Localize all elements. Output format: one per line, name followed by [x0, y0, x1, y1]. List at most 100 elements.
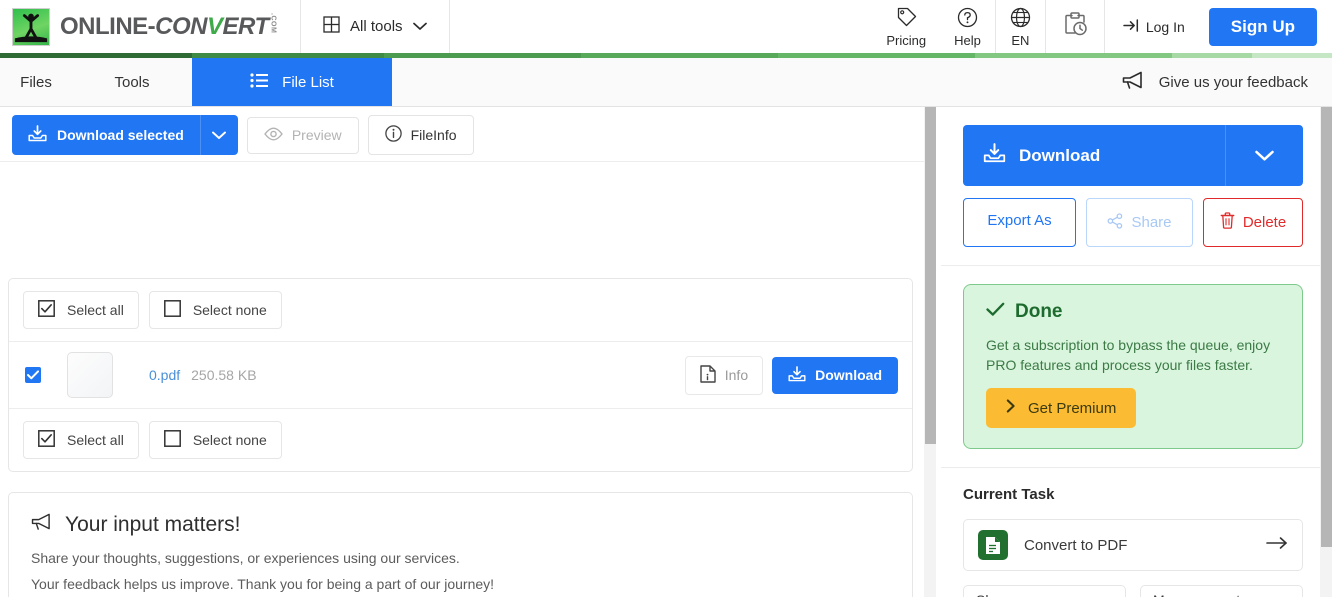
- checkbox-empty-icon-bottom: [163, 430, 181, 450]
- all-tools-label: All tools: [350, 18, 403, 35]
- price-tag-icon: [896, 7, 917, 33]
- grid-icon: [323, 16, 340, 37]
- file-download-label: Download: [815, 367, 882, 383]
- tab-files[interactable]: Files: [0, 58, 72, 106]
- download-tray-icon-small: [788, 365, 806, 385]
- status-card: Done Get a subscription to bypass the qu…: [963, 284, 1303, 449]
- clipboard-clock-icon: [1062, 11, 1088, 42]
- language-selector[interactable]: EN: [996, 0, 1045, 53]
- header-divider-2: [448, 0, 450, 53]
- tab-tools[interactable]: Tools: [72, 58, 192, 106]
- task-sub-left[interactable]: Share: [963, 585, 1126, 597]
- select-all-label-bottom: Select all: [67, 432, 124, 448]
- site-header: ONLINE - CON V ERT .COM All tools Pricin…: [0, 0, 1332, 53]
- page-scrollbar[interactable]: [1320, 107, 1332, 597]
- download-selected-dropdown[interactable]: [199, 115, 238, 155]
- file-checkbox[interactable]: [25, 367, 41, 383]
- feedback-link[interactable]: Give us your feedback: [1122, 58, 1332, 106]
- chevron-down-icon: [412, 18, 427, 35]
- feedback-card-title: Your input matters!: [65, 513, 241, 536]
- left-panel-scrollbar-thumb[interactable]: [925, 107, 936, 444]
- file-thumbnail: [67, 352, 113, 398]
- sidebar-download-group: Download: [963, 125, 1303, 186]
- signup-button[interactable]: Sign Up: [1208, 7, 1317, 46]
- tab-spacer: [392, 58, 1122, 106]
- sidebar-download-dropdown[interactable]: [1225, 125, 1303, 186]
- feedback-card-line2: Your feedback helps us improve. Thank yo…: [31, 576, 495, 592]
- page-scrollbar-thumb[interactable]: [1321, 107, 1332, 547]
- toolbar-divider: [0, 161, 929, 162]
- select-none-button-bottom[interactable]: Select none: [148, 421, 282, 459]
- logo-text-part4: ERT: [222, 12, 270, 40]
- check-icon: [986, 301, 1005, 323]
- tab-file-list[interactable]: File List: [192, 58, 392, 106]
- fileinfo-label: FileInfo: [410, 127, 457, 143]
- feedback-card: Your input matters! Share your thoughts,…: [8, 492, 913, 597]
- download-tray-icon-large: [983, 143, 1006, 168]
- question-circle-icon: [957, 7, 978, 33]
- login-button[interactable]: Log In: [1105, 0, 1203, 53]
- share-button: Share: [1086, 198, 1193, 247]
- tab-file-list-label: File List: [282, 73, 334, 91]
- file-name[interactable]: 0.pdf: [149, 367, 180, 383]
- export-as-button[interactable]: Export As: [963, 198, 1076, 247]
- sidebar-download-button[interactable]: Download: [963, 125, 1225, 186]
- logo-text-part2: CON: [155, 12, 208, 40]
- fileinfo-button[interactable]: FileInfo: [367, 115, 474, 155]
- preview-label: Preview: [291, 127, 342, 143]
- file-size: 250.58 KB: [191, 367, 257, 383]
- status-badge: Done: [1015, 301, 1063, 322]
- eye-icon: [263, 126, 283, 144]
- logo-text-dash: -: [147, 12, 156, 40]
- feedback-label: Give us your feedback: [1158, 73, 1308, 91]
- logo-text-part3: V: [207, 12, 223, 40]
- task-history-button[interactable]: [1046, 0, 1104, 53]
- delete-button[interactable]: Delete: [1203, 198, 1303, 247]
- file-info-icon: [700, 364, 716, 386]
- checkbox-checked-icon: [38, 300, 55, 320]
- sidebar-panel: Download Export As Share Delete Done Get…: [941, 107, 1325, 597]
- status-title-row: Done: [986, 301, 1282, 323]
- download-selected-button[interactable]: Download selected: [12, 115, 200, 155]
- get-premium-button[interactable]: Get Premium: [986, 388, 1137, 428]
- all-tools-menu[interactable]: All tools: [301, 0, 449, 53]
- help-link[interactable]: Help: [940, 0, 995, 53]
- select-all-label-top: Select all: [67, 302, 124, 318]
- download-selected-group: Download selected: [12, 115, 238, 155]
- login-arrow-icon: [1123, 18, 1140, 36]
- pricing-link[interactable]: Pricing: [872, 0, 940, 53]
- pdf-document-icon: [978, 530, 1008, 560]
- page-root: ONLINE - CON V ERT .COM All tools Pricin…: [0, 0, 1332, 597]
- file-toolbar: Download selected Preview FileInfo: [0, 113, 929, 157]
- sidebar-actions-section: Download Export As Share Delete: [941, 107, 1325, 266]
- megaphone-icon-card: [31, 513, 53, 537]
- pricing-label: Pricing: [886, 32, 927, 48]
- logo-mark-icon: [12, 7, 50, 46]
- feedback-card-line1: Share your thoughts, suggestions, or exp…: [31, 550, 460, 566]
- checkbox-checked-icon-bottom: [38, 430, 55, 450]
- tab-bar: Files Tools File List Give us your feedb…: [0, 58, 1332, 107]
- select-all-button-bottom[interactable]: Select all: [23, 421, 139, 459]
- file-list-card: Select all Select none 0.pdf 250.58 KB I…: [8, 278, 913, 472]
- select-row-bottom: Select all Select none: [9, 409, 912, 471]
- file-info-button[interactable]: Info: [684, 355, 764, 395]
- current-task-heading: Current Task: [963, 486, 1055, 503]
- logo-text-part1: ONLINE: [60, 12, 148, 40]
- preview-button: Preview: [246, 116, 359, 154]
- arrow-right-icon: [1266, 536, 1288, 555]
- site-logo[interactable]: ONLINE - CON V ERT .COM: [0, 0, 300, 53]
- chevron-right-icon: [1006, 399, 1016, 417]
- current-task-card[interactable]: Convert to PDF: [963, 519, 1303, 571]
- select-all-button-top[interactable]: Select all: [23, 291, 139, 329]
- tab-tools-label: Tools: [114, 73, 150, 91]
- trash-icon: [1220, 212, 1235, 233]
- current-task-label: Convert to PDF: [1024, 536, 1128, 554]
- globe-icon: [1010, 7, 1031, 33]
- select-none-button-top[interactable]: Select none: [148, 291, 282, 329]
- language-label: EN: [1011, 32, 1030, 48]
- left-panel-scrollbar[interactable]: [924, 107, 936, 597]
- task-sub-right[interactable]: Merge current: [1140, 585, 1303, 597]
- file-download-button[interactable]: Download: [772, 356, 898, 394]
- tab-files-label: Files: [20, 73, 52, 91]
- get-premium-label: Get Premium: [1028, 399, 1117, 417]
